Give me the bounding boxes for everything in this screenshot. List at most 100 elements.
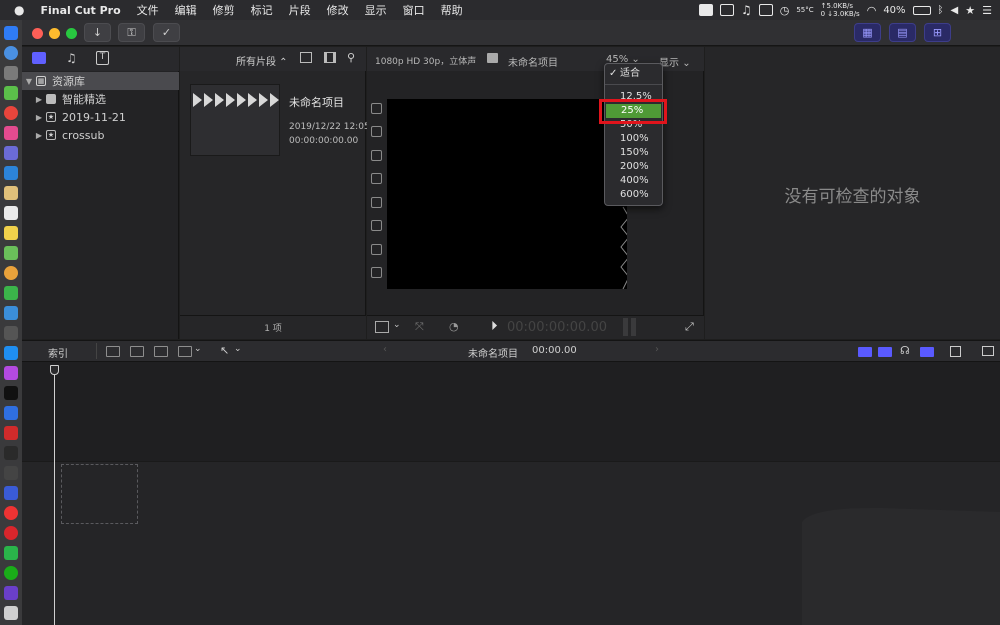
disclosure-closed-icon[interactable]: ▶ [32, 131, 46, 140]
headphones-icon[interactable]: ☊ [900, 344, 910, 357]
messages-dock-icon[interactable] [4, 286, 18, 300]
back-arrow-icon[interactable]: ‹ [383, 344, 387, 355]
skimming-icon[interactable] [878, 347, 892, 357]
menu-modify[interactable]: 修改 [319, 2, 357, 18]
finder-dock-icon[interactable] [4, 26, 18, 40]
notes-dock-icon[interactable] [4, 226, 18, 240]
clip-appearance-icon[interactable] [950, 346, 961, 357]
import-button[interactable]: ↓ [84, 23, 111, 42]
activity-dock-icon[interactable] [4, 466, 18, 480]
wechat-dock-icon[interactable] [4, 546, 18, 560]
select-tool-icon[interactable]: ↖ [220, 344, 229, 357]
clip-appearance-icon[interactable] [300, 52, 312, 63]
app-dock-icon-9[interactable] [4, 566, 18, 580]
empty-storyline-placeholder[interactable] [61, 464, 138, 524]
play-icon[interactable]: ⏵ [491, 319, 498, 334]
transform-tool-icon[interactable]: ⤧ [415, 320, 424, 334]
launchpad-dock-icon[interactable] [4, 66, 18, 80]
search-icon[interactable]: ⚲ [347, 51, 355, 64]
music-note-icon[interactable]: ♫ [741, 3, 752, 17]
menu-file[interactable]: 文件 [129, 2, 167, 18]
clip-filter-dropdown[interactable]: 所有片段 ⌃ [236, 53, 288, 68]
show-browser-button[interactable]: ▦ [854, 23, 881, 42]
project-title[interactable]: 未命名项目 [289, 94, 344, 110]
chevron-down-icon[interactable]: ⌄ [393, 320, 401, 330]
zoom-option-600[interactable]: 600% [605, 188, 662, 202]
safari-dock-icon[interactable] [4, 46, 18, 60]
tv-dock-icon[interactable] [4, 386, 18, 400]
titles-generators-icon[interactable]: T [96, 51, 109, 65]
append-clip-icon[interactable] [154, 346, 168, 357]
vpn-dock-icon[interactable] [4, 486, 18, 500]
menu-mark[interactable]: 标记 [243, 2, 281, 18]
view-options-icon[interactable] [375, 321, 389, 333]
app-dock-icon-3[interactable] [4, 166, 18, 180]
disclosure-open-icon[interactable]: ▼ [22, 77, 36, 86]
library-item-crossub[interactable]: ▶ ★ crossub [22, 126, 179, 144]
forward-arrow-icon[interactable]: › [655, 344, 659, 355]
battery-icon[interactable] [912, 5, 931, 15]
filmstrip-icon[interactable] [324, 52, 336, 63]
background-tasks-button[interactable]: ✓ [153, 23, 180, 42]
show-inspector-button[interactable]: ⊞ [924, 23, 951, 42]
maps-dock-icon[interactable] [4, 246, 18, 260]
grid-status-icon[interactable] [719, 4, 734, 16]
audio-skimming-icon[interactable] [858, 347, 872, 357]
chevron-down-icon[interactable]: ⌄ [194, 344, 202, 354]
menu-help[interactable]: 帮助 [433, 2, 471, 18]
library-item-smart-collections[interactable]: ▶ 智能精选 [22, 90, 179, 108]
calendar-dock-icon[interactable] [4, 206, 18, 220]
snapping-icon[interactable] [920, 347, 934, 357]
s-app-icon[interactable] [698, 4, 713, 16]
trash-dock-icon[interactable] [4, 606, 18, 620]
message-status-icon[interactable] [758, 4, 773, 16]
zoom-option-100[interactable]: 100% [605, 132, 662, 146]
app-dock-icon-7[interactable] [4, 406, 18, 420]
close-window-button[interactable] [32, 28, 43, 39]
menu-clip[interactable]: 片段 [281, 2, 319, 18]
project-thumbnail[interactable] [190, 84, 280, 156]
list-menu-icon[interactable]: ☰ [982, 4, 992, 17]
zoom-option-fit[interactable]: ✓ 适合 [605, 67, 662, 81]
library-item-event-2019-11-21[interactable]: ▶ ★ 2019-11-21 [22, 108, 179, 126]
playhead[interactable] [54, 367, 55, 625]
library-root-row[interactable]: ▼ ▦ 资源库 [22, 72, 179, 90]
app-dock-icon-1[interactable] [4, 126, 18, 140]
show-timeline-button[interactable]: ▤ [889, 23, 916, 42]
volume-icon[interactable]: ◀ [951, 5, 959, 16]
android-dock-icon[interactable] [4, 86, 18, 100]
display-dropdown[interactable]: 显示 ⌄ [659, 54, 691, 69]
podcasts-dock-icon[interactable] [4, 366, 18, 380]
clock-status-icon[interactable]: ◷ [780, 4, 790, 17]
overwrite-clip-icon[interactable] [178, 346, 192, 357]
viewer-timecode[interactable]: 00:00:00:00.00 [507, 320, 607, 335]
chevron-down-icon[interactable]: ⌄ [234, 344, 242, 354]
app-dock-icon-4[interactable] [4, 186, 18, 200]
bluetooth-icon[interactable]: ᛒ [938, 5, 944, 16]
menu-window[interactable]: 窗口 [395, 2, 433, 18]
wifi-icon[interactable]: ◠ [867, 4, 877, 17]
apple-icon[interactable]: ● [0, 3, 32, 17]
yandex-dock-icon[interactable] [4, 506, 18, 520]
disclosure-closed-icon[interactable]: ▶ [32, 113, 46, 122]
zoom-option-200[interactable]: 200% [605, 160, 662, 174]
appstore-dock-icon[interactable] [4, 346, 18, 360]
minimize-window-button[interactable] [49, 28, 60, 39]
effects-browser-icon[interactable] [982, 346, 994, 356]
app-dock-icon-6[interactable] [4, 326, 18, 340]
terminal-dock-icon[interactable] [4, 446, 18, 460]
insert-clip-icon[interactable] [130, 346, 144, 357]
menu-app-name[interactable]: Final Cut Pro [32, 4, 128, 17]
app-dock-icon-2[interactable] [4, 146, 18, 160]
zoom-option-400[interactable]: 400% [605, 174, 662, 188]
menu-trim[interactable]: 修剪 [205, 2, 243, 18]
fcp-dock-icon[interactable] [4, 586, 18, 600]
menu-edit[interactable]: 编辑 [167, 2, 205, 18]
viewer-canvas[interactable] [387, 99, 627, 289]
menu-view[interactable]: 显示 [357, 2, 395, 18]
libraries-clapper-icon[interactable] [32, 52, 46, 64]
zoom-option-150[interactable]: 150% [605, 146, 662, 160]
timeline-index-button[interactable]: 索引 [48, 345, 68, 360]
zoom-window-button[interactable] [66, 28, 77, 39]
star-status-icon[interactable]: ★ [965, 4, 975, 17]
